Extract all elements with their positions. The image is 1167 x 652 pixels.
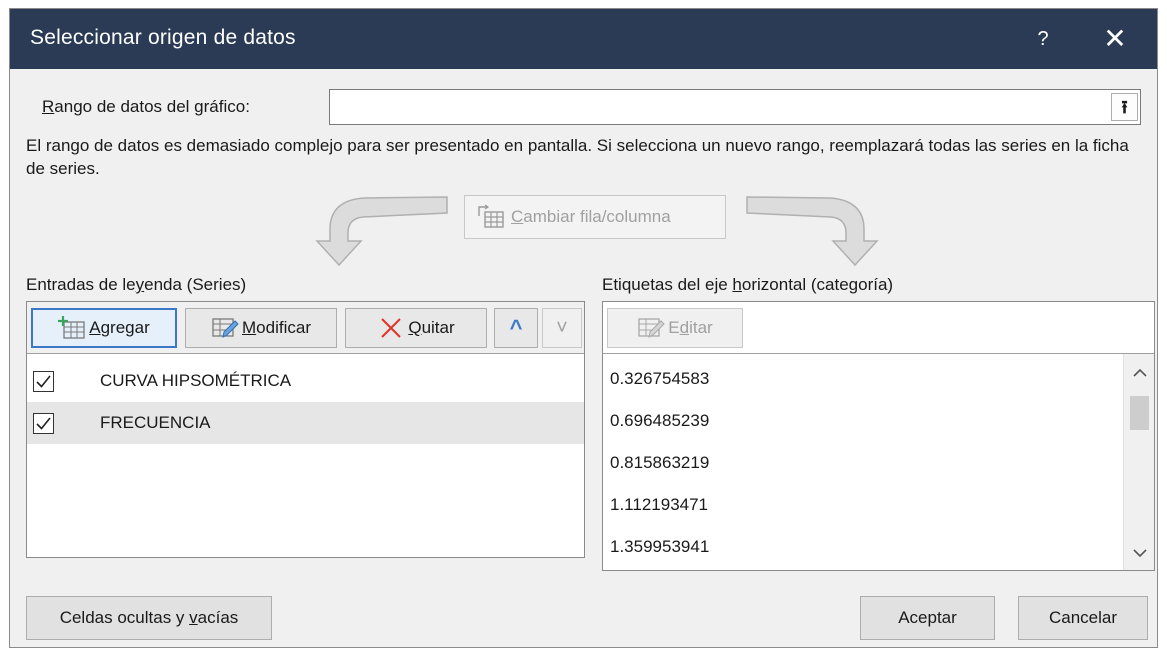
help-button[interactable]: ?: [1015, 9, 1071, 69]
left-curved-arrow-icon: [315, 196, 448, 267]
edit-series-icon: [212, 318, 239, 338]
scroll-up-icon[interactable]: [1124, 358, 1154, 388]
accel-letter: M: [242, 318, 257, 337]
move-up-button[interactable]: ^: [494, 308, 538, 348]
edit-category-button[interactable]: Editar: [607, 308, 743, 348]
accel-letter: C: [511, 207, 524, 226]
category-scrollbar[interactable]: [1123, 354, 1154, 570]
switch-label: Cambiar fila/columna: [511, 207, 671, 227]
label-text: uitar: [421, 318, 455, 337]
select-data-source-dialog: Seleccionar origen de datos ? ✕ Rango de…: [9, 8, 1158, 648]
label-text: Etiquetas del eje: [602, 275, 733, 294]
accel-letter: R: [42, 97, 55, 116]
chart-data-range-input[interactable]: ⭱: [329, 89, 1141, 125]
hidden-cells-label: Celdas ocultas y vacías: [60, 608, 239, 628]
collapse-dialog-button[interactable]: ⭱: [1111, 93, 1138, 121]
edit-series-button[interactable]: Modificar: [185, 308, 337, 348]
category-value[interactable]: 0.696485239: [603, 400, 1125, 441]
label-text: odificar: [256, 318, 311, 337]
cancel-button[interactable]: Cancelar: [1018, 596, 1148, 640]
label-text: Celdas ocultas y: [59, 608, 190, 627]
series-toolbar: Agregar Modificar Quitar ^ ˅: [27, 302, 584, 354]
remove-x-icon: [381, 318, 402, 338]
accel-letter: Q: [408, 318, 422, 337]
switch-row-column-icon: [478, 204, 504, 228]
label-text: acías: [197, 608, 239, 627]
checkmark-icon: [36, 374, 51, 388]
move-down-button[interactable]: ˅: [542, 308, 582, 348]
scroll-down-icon[interactable]: [1124, 538, 1154, 568]
ok-button[interactable]: Aceptar: [860, 596, 995, 640]
hidden-empty-cells-button[interactable]: Celdas ocultas y vacías: [26, 596, 272, 640]
dialog-title: Seleccionar origen de datos: [30, 26, 296, 49]
chart-data-range-label: Rango de datos del gráfico:: [42, 97, 250, 117]
category-list: 0.326754583 0.696485239 0.815863219 1.11…: [603, 354, 1154, 570]
edit-category-icon: [638, 318, 665, 338]
series-checkbox[interactable]: [33, 370, 54, 392]
switch-row-column-button[interactable]: Cambiar fila/columna: [464, 195, 726, 239]
close-button[interactable]: ✕: [1087, 9, 1143, 69]
collapse-arrow-icon: ⭱: [1121, 97, 1128, 117]
category-labels-panel: Editar 0.326754583 0.696485239 0.8158632…: [602, 301, 1155, 571]
label-text: itar: [689, 318, 713, 337]
range-too-complex-message: El rango de datos es demasiado complejo …: [26, 136, 1129, 178]
accel-letter: d: [679, 318, 690, 337]
accel-letter: h: [732, 275, 742, 294]
edit-label: Modificar: [242, 318, 311, 338]
accel-letter: y: [135, 275, 145, 294]
series-item-label: CURVA HIPSOMÉTRICA: [100, 371, 292, 390]
add-series-button[interactable]: Agregar: [31, 308, 177, 348]
title-bar: Seleccionar origen de datos ? ✕: [10, 9, 1157, 69]
series-item-label: FRECUENCIA: [100, 413, 211, 432]
label-text: enda (Series): [144, 275, 247, 294]
series-checkbox[interactable]: [33, 412, 54, 434]
chevron-down-icon: ˅: [556, 316, 568, 339]
remove-series-button[interactable]: Quitar: [345, 308, 487, 348]
add-series-icon: [58, 316, 85, 339]
series-item[interactable]: FRECUENCIA: [27, 402, 584, 444]
chevron-up-icon: ^: [509, 315, 523, 340]
label-text: ambiar fila/columna: [523, 207, 671, 226]
remove-label: Quitar: [408, 318, 454, 338]
legend-entries-label: Entradas de leyenda (Series): [26, 275, 246, 295]
category-value[interactable]: 1.359953941: [603, 526, 1125, 567]
horizontal-axis-labels-label: Etiquetas del eje horizontal (categoría): [602, 275, 893, 295]
category-value[interactable]: 0.326754583: [603, 358, 1125, 399]
series-item[interactable]: CURVA HIPSOMÉTRICA: [27, 360, 584, 402]
accel-letter: A: [89, 318, 101, 337]
label-text: gregar: [100, 318, 150, 337]
accel-letter: v: [189, 608, 198, 627]
edit-category-label: Editar: [668, 318, 712, 338]
legend-entries-panel: Agregar Modificar Quitar ^ ˅ CURVA HIPSO…: [26, 301, 585, 558]
right-curved-arrow-icon: [746, 196, 879, 267]
category-value[interactable]: 0.815863219: [603, 442, 1125, 483]
add-label: Agregar: [89, 318, 149, 338]
checkmark-icon: [36, 416, 51, 430]
scrollbar-thumb[interactable]: [1130, 396, 1149, 430]
label-text: E: [668, 318, 680, 337]
label-text: orizontal (categoría): [741, 275, 894, 294]
category-value[interactable]: 1.112193471: [603, 484, 1125, 525]
label-text: ango de datos del gráfico:: [54, 97, 250, 116]
label-text: Entradas de le: [26, 275, 136, 294]
category-toolbar: Editar: [603, 302, 1154, 354]
